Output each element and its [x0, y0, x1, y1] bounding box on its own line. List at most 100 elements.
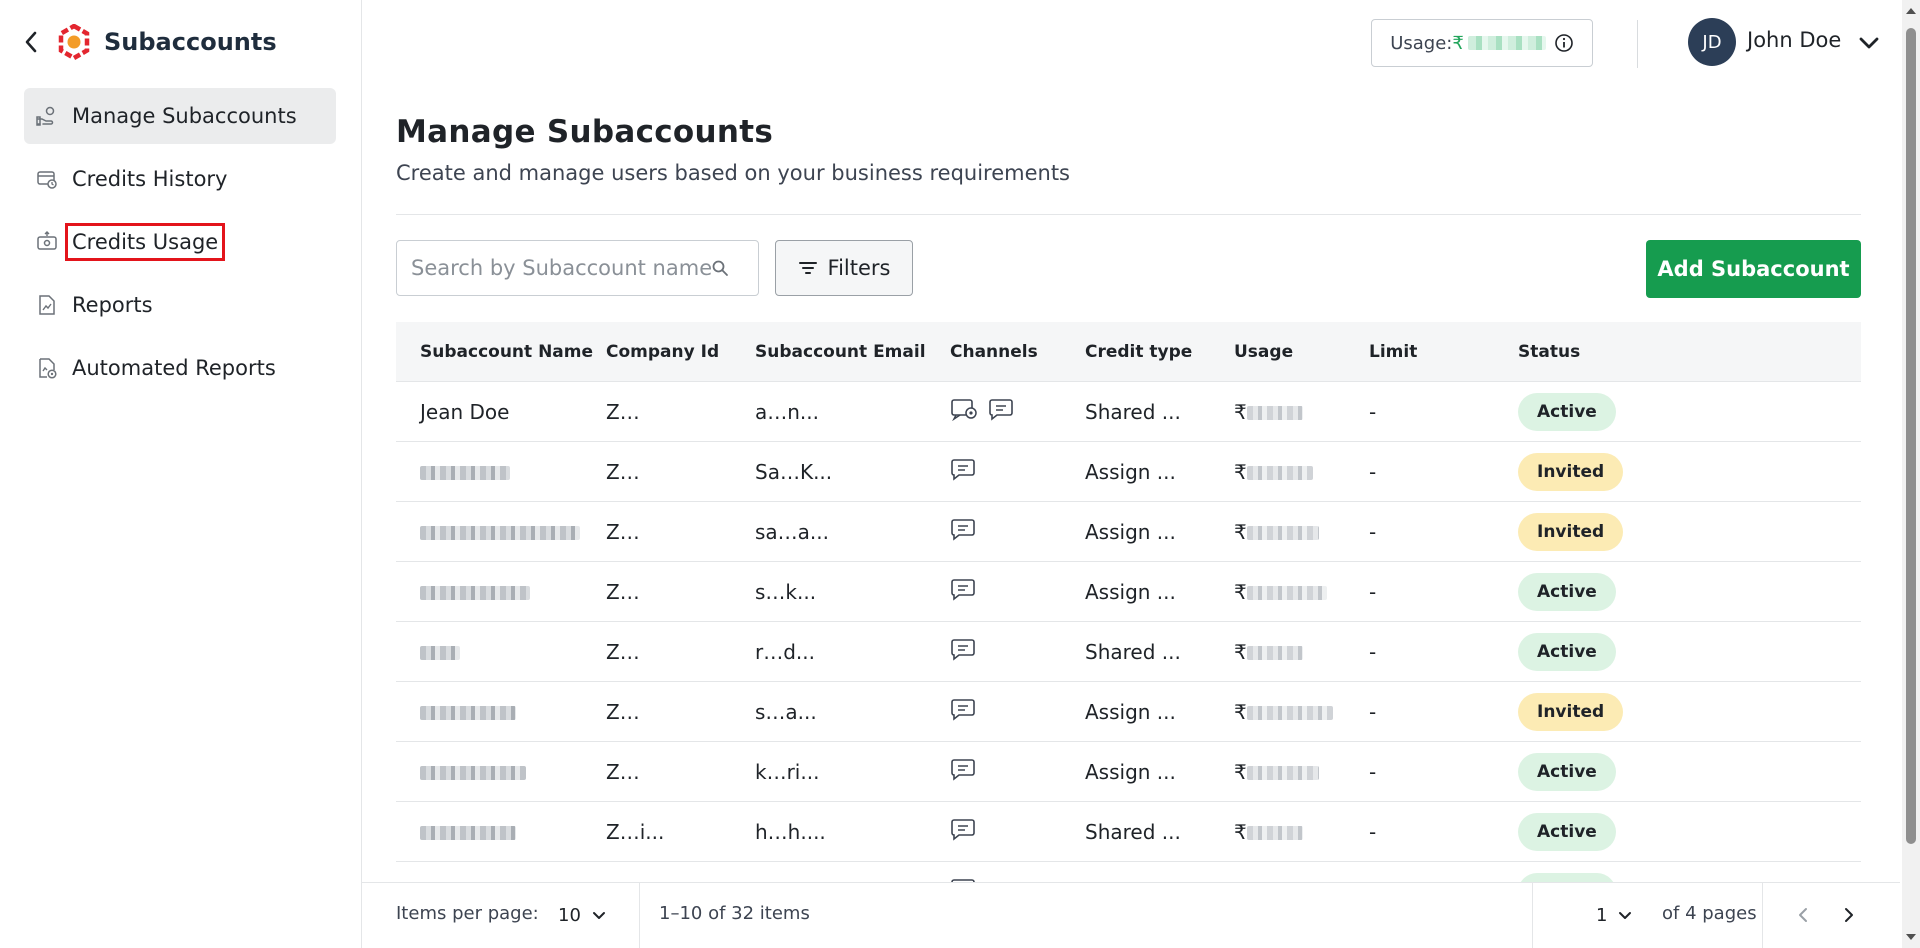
brand-logo-icon [58, 24, 90, 60]
company-id: Z…i... [606, 819, 665, 844]
sidebar-title: Subaccounts [104, 28, 277, 56]
usage-value-redacted [1246, 766, 1319, 780]
back-button[interactable] [20, 31, 42, 53]
cell-credit-type: Shared ... [1085, 640, 1234, 664]
automated-report-icon [36, 357, 58, 379]
credit-type: Assign ... [1085, 459, 1176, 484]
subaccount-email: sa…a... [755, 519, 830, 544]
chevron-down-icon[interactable] [1856, 30, 1882, 56]
subaccount-name-redacted [420, 586, 530, 600]
cell-status: Active [1518, 752, 1718, 791]
scroll-up-icon[interactable] [1905, 6, 1917, 16]
chevron-left-icon [1799, 908, 1807, 922]
cell-credit-type: Assign ... [1085, 760, 1234, 784]
cell-name [396, 580, 606, 604]
table-row[interactable]: Jean Doe Z… a…n... Shared ... ₹ - Active [396, 382, 1861, 442]
cell-credit-type: Assign ... [1085, 520, 1234, 544]
cell-channels [950, 457, 1085, 486]
sidebar-item-manage-subaccounts[interactable]: Manage Subaccounts [24, 88, 336, 144]
items-per-page-select[interactable]: 10 [558, 897, 609, 933]
column-header-company-id[interactable]: Company Id [606, 342, 755, 362]
sidebar-header: Subaccounts [20, 24, 277, 60]
cell-credit-type: Shared ... [1085, 820, 1234, 844]
credits-usage-icon [36, 231, 58, 253]
table-row[interactable]: Z… Sa…K... Assign ... ₹ - Invited [396, 442, 1861, 502]
subaccount-name-redacted [420, 826, 516, 840]
filters-button[interactable]: Filters [775, 240, 913, 296]
filters-label: Filters [827, 256, 891, 280]
cell-email: r…d... [755, 640, 950, 664]
page-subtitle: Create and manage users based on your bu… [396, 161, 1070, 185]
cell-usage: ₹ [1234, 400, 1369, 424]
company-id: Z… [606, 639, 640, 664]
table-row[interactable]: Z… sa…a... Assign ... ₹ - Invited [396, 502, 1861, 562]
sidebar-nav: Manage Subaccounts Credits History Credi… [24, 88, 336, 403]
usage-currency: ₹ [1234, 639, 1247, 664]
table-row[interactable]: Z… k…ri... Assign ... ₹ - Active [396, 742, 1861, 802]
company-id: Z… [606, 759, 640, 784]
limit-value: - [1369, 699, 1377, 724]
channels-icons [950, 457, 976, 481]
usage-currency: ₹ [1234, 759, 1247, 784]
credit-history-icon [36, 168, 58, 190]
cell-status: Active [1518, 872, 1718, 882]
search-input[interactable] [411, 256, 711, 280]
table-row[interactable]: Z… s…a... Assign ... ₹ - Invited [396, 682, 1861, 742]
subaccount-name-redacted [420, 766, 526, 780]
sidebar-item-credits-usage[interactable]: Credits Usage [24, 214, 336, 270]
scroll-down-icon[interactable] [1905, 932, 1917, 942]
column-header-name[interactable]: Subaccount Name [396, 342, 606, 362]
usage-value-redacted [1246, 586, 1327, 600]
chat-channel-icon [951, 639, 975, 661]
usage-indicator[interactable]: Usage: ₹ [1371, 19, 1593, 67]
info-icon[interactable] [1554, 33, 1574, 53]
subaccount-name-redacted [420, 466, 510, 480]
cell-email: sa…a... [755, 520, 950, 544]
search-icon[interactable] [711, 259, 729, 277]
user-name[interactable]: John Doe [1747, 28, 1841, 52]
scrollbar-thumb[interactable] [1906, 28, 1916, 844]
cell-usage: ₹ [1234, 760, 1369, 784]
total-pages: of 4 pages [1662, 903, 1757, 924]
avatar[interactable]: JD [1688, 18, 1736, 66]
search-box[interactable] [396, 240, 759, 296]
column-header-usage[interactable]: Usage [1234, 342, 1369, 362]
cell-company-id: Z… [606, 400, 755, 424]
cell-status: Active [1518, 392, 1718, 431]
column-header-channels[interactable]: Channels [950, 342, 1085, 362]
sidebar-item-credits-history[interactable]: Credits History [24, 151, 336, 207]
cell-company-id: Z… [606, 460, 755, 484]
add-subaccount-button[interactable]: Add Subaccount [1646, 240, 1861, 298]
limit-value: - [1369, 519, 1377, 544]
table-row[interactable]: Active [396, 862, 1861, 882]
column-header-email[interactable]: Subaccount Email [755, 342, 950, 362]
sidebar-item-automated-reports[interactable]: Automated Reports [24, 340, 336, 396]
column-header-credit-type[interactable]: Credit type [1085, 342, 1234, 362]
sidebar-item-reports[interactable]: Reports [24, 277, 336, 333]
cell-company-id: Z… [606, 760, 755, 784]
subaccount-name-redacted [420, 646, 460, 660]
table-row[interactable]: Z…i... h…h.... Shared ... ₹ - Active [396, 802, 1861, 862]
chat-channel-icon [951, 699, 975, 721]
cell-limit: - [1369, 820, 1518, 844]
usage-currency: ₹ [1234, 699, 1247, 724]
subaccount-email: h…h.... [755, 819, 826, 844]
limit-value: - [1369, 459, 1377, 484]
cell-status: Active [1518, 632, 1718, 671]
usage-value-redacted [1246, 826, 1303, 840]
cell-name [396, 460, 606, 484]
table-row[interactable]: Z… s…k... Assign ... ₹ - Active [396, 562, 1861, 622]
subaccount-email: s…k... [755, 579, 817, 604]
status-badge: Active [1518, 392, 1616, 431]
next-page-button[interactable] [1833, 899, 1865, 931]
cell-company-id: Z…i... [606, 820, 755, 844]
page-select[interactable]: 1 [1596, 897, 1635, 933]
subaccounts-table: Subaccount Name Company Id Subaccount Em… [396, 322, 1861, 882]
subaccount-name[interactable]: Jean Doe [420, 400, 509, 424]
page-value: 1 [1596, 904, 1608, 926]
prev-page-button[interactable] [1787, 899, 1819, 931]
column-header-limit[interactable]: Limit [1369, 342, 1518, 362]
page-title: Manage Subaccounts [396, 114, 774, 150]
column-header-status[interactable]: Status [1518, 342, 1718, 362]
table-row[interactable]: Z… r…d... Shared ... ₹ - Active [396, 622, 1861, 682]
